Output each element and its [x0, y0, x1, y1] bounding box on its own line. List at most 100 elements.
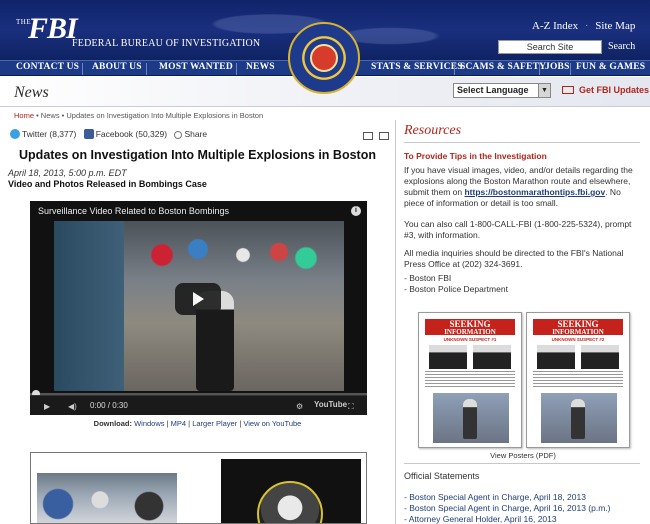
search-input[interactable]: Search Site [498, 40, 602, 54]
twitter-label: Twitter (8,377) [22, 129, 77, 139]
facebook-share[interactable]: Facebook (50,329) [83, 129, 168, 139]
main-content: Twitter (8,377) Facebook (50,329) Share … [0, 120, 395, 524]
poster-header: SEEKING INFORMATION [425, 319, 515, 336]
view-posters-link[interactable]: View Posters (PDF) [396, 451, 650, 460]
fullscreen-icon[interactable]: ⛶ [348, 402, 354, 412]
poster-full-body-photo [541, 393, 617, 443]
settings-icon[interactable]: ⚙ [296, 402, 303, 411]
tips-paragraph: If you have visual images, video, and/or… [404, 165, 640, 209]
larger-player-link[interactable]: Larger Player [192, 419, 237, 428]
suspect-1-poster[interactable]: SEEKING INFORMATION UNKNOWN SUSPECT #1 [418, 312, 522, 448]
download-mp4-link[interactable]: MP4 [171, 419, 186, 428]
poster-heading-line2: INFORMATION [552, 328, 604, 336]
nav-divider [454, 63, 455, 75]
poster-photo [473, 345, 511, 369]
statements-list: - Boston Special Agent in Charge, April … [404, 492, 644, 524]
get-updates-link[interactable]: Get FBI Updates [562, 85, 649, 95]
play-small-icon[interactable]: ▶ [44, 402, 50, 411]
poster-subtitle: UNKNOWN SUSPECT #2 [551, 337, 605, 342]
official-statements-heading: Official Statements [404, 471, 480, 481]
nav-divider [539, 63, 540, 75]
poster-body-text [533, 371, 623, 389]
nav-divider [82, 63, 83, 75]
site-map-link[interactable]: Site Map [595, 20, 635, 32]
page-tools [363, 131, 395, 143]
statement-link[interactable]: - Attorney General Holder, April 16, 201… [404, 514, 644, 524]
download-links: Download: Windows | MP4 | Larger Player … [93, 419, 302, 428]
poster-full-body-photo [433, 393, 509, 443]
nav-about-us[interactable]: ABOUT US [92, 62, 142, 72]
poster-heading-line1: SEEKING [557, 319, 599, 329]
poster-photo [537, 345, 575, 369]
language-select-value: Select Language [457, 85, 529, 95]
breadcrumb-home[interactable]: Home [14, 111, 34, 120]
video-time: 0:00 / 0:30 [90, 401, 128, 410]
fbi-seal[interactable] [288, 22, 360, 94]
facebook-icon [83, 129, 94, 139]
article-date: April 18, 2013, 5:00 p.m. EDT [8, 168, 127, 178]
contact-boston-fbi[interactable]: - Boston FBI [404, 273, 640, 284]
poster-heading-line1: SEEKING [449, 319, 491, 329]
nav-scams-safety[interactable]: SCAMS & SAFETY [460, 62, 546, 72]
nav-divider [146, 63, 147, 75]
download-label: Download: [93, 419, 132, 428]
statements-rule [404, 463, 640, 464]
search-button[interactable]: Search [608, 41, 635, 52]
nav-contact-us[interactable]: CONTACT US [16, 62, 79, 72]
video-controls: ▶ ◀) 0:00 / 0:30 ⚙ YouTube ⛶ [30, 395, 367, 415]
generic-share[interactable]: Share [174, 129, 207, 139]
view-on-youtube-link[interactable]: View on YouTube [243, 419, 301, 428]
twitter-share[interactable]: Twitter (8,377) [10, 129, 76, 139]
seal-center [310, 44, 338, 72]
share-icon [174, 131, 183, 139]
resources-heading: Resources [404, 123, 462, 138]
nav-jobs[interactable]: JOBS [545, 62, 570, 72]
breadcrumb: Home • News • Updates on Investigation I… [14, 111, 263, 120]
youtube-logo[interactable]: YouTube [314, 400, 347, 409]
poster-figure [463, 399, 477, 439]
breadcrumb-trail: • News • Updates on Investigation Into M… [34, 111, 264, 120]
section-title: News [14, 84, 49, 101]
article-subtitle: Video and Photos Released in Bombings Ca… [8, 179, 207, 189]
crowd-photo[interactable] [37, 473, 177, 523]
logo-bureau-name: FEDERAL BUREAU OF INVESTIGATION [72, 38, 261, 49]
print-icon[interactable] [379, 132, 389, 140]
statement-link[interactable]: - Boston Special Agent in Charge, April … [404, 503, 644, 514]
poster-figure [571, 399, 585, 439]
nav-fun-games[interactable]: FUN & GAMES [576, 62, 645, 72]
poster-photo [581, 345, 619, 369]
video-player[interactable]: Surveillance Video Related to Boston Bom… [30, 201, 367, 415]
statement-link[interactable]: - Boston Special Agent in Charge, April … [404, 492, 644, 503]
nav-stats-services[interactable]: STATS & SERVICES [371, 62, 463, 72]
info-icon[interactable]: i [351, 206, 361, 216]
logo-fbi: FBI [28, 12, 78, 45]
language-select[interactable]: Select Language ▼ [453, 83, 551, 98]
poster-header: SEEKING INFORMATION [533, 319, 623, 336]
tips-website-link[interactable]: https://bostonmarathontips.fbi.gov [464, 187, 605, 197]
phone-paragraph: You can also call 1-800-CALL-FBI (1-800-… [404, 219, 632, 240]
twitter-icon [10, 129, 20, 139]
download-windows-link[interactable]: Windows [134, 419, 164, 428]
email-icon[interactable] [363, 132, 373, 140]
poster-heading-line2: INFORMATION [444, 328, 496, 336]
suspect-closeup-photo[interactable] [221, 459, 361, 523]
contact-boston-police[interactable]: - Boston Police Department [404, 284, 640, 295]
share-bar: Twitter (8,377) Facebook (50,329) Share [10, 129, 212, 139]
suspect-highlight-circle [257, 481, 323, 523]
tips-heading: To Provide Tips in the Investigation [404, 151, 547, 161]
resources-sidebar: Resources To Provide Tips in the Investi… [396, 120, 650, 524]
az-index-link[interactable]: A-Z Index [532, 20, 578, 32]
nav-divider [570, 63, 571, 75]
nav-news[interactable]: NEWS [246, 62, 275, 72]
volume-icon[interactable]: ◀) [68, 402, 77, 411]
facebook-label: Facebook (50,329) [95, 129, 168, 139]
suspect-2-poster[interactable]: SEEKING INFORMATION UNKNOWN SUSPECT #2 [526, 312, 630, 448]
video-title[interactable]: Surveillance Video Related to Boston Bom… [38, 206, 229, 216]
get-updates-label: Get FBI Updates [579, 85, 650, 95]
play-button[interactable] [175, 283, 221, 315]
nav-most-wanted[interactable]: MOST WANTED [159, 62, 233, 72]
video-crowd [144, 231, 324, 291]
photo-gallery [30, 452, 367, 524]
play-icon [193, 292, 204, 306]
resources-rule [404, 142, 640, 143]
